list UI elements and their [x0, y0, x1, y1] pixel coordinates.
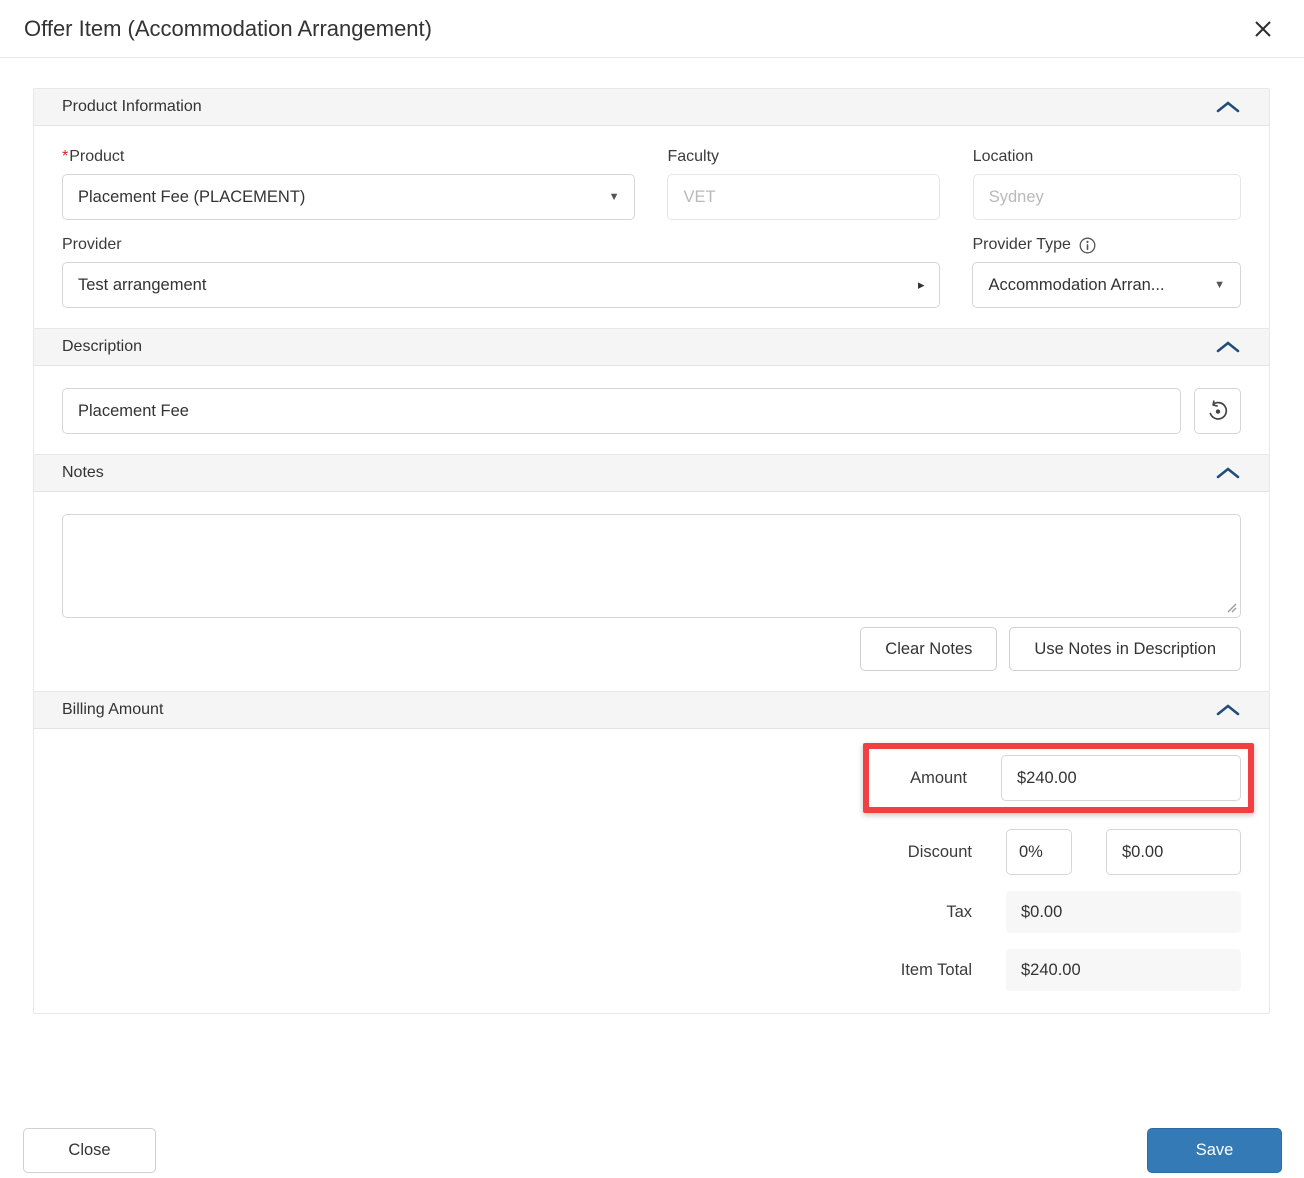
section-title: Notes: [62, 464, 104, 481]
section-description: Description: [33, 328, 1270, 455]
modal-body: Product Information *Product Placement F…: [33, 88, 1270, 1014]
section-title: Product Information: [62, 98, 202, 115]
chevron-down-icon: ▼: [608, 191, 620, 203]
close-icon[interactable]: [1248, 14, 1278, 44]
product-select-value: Placement Fee (PLACEMENT): [78, 187, 306, 206]
chevron-up-icon[interactable]: [1215, 100, 1241, 114]
chevron-down-icon: ▼: [1214, 279, 1225, 291]
faculty-field: [667, 174, 940, 220]
amount-input[interactable]: [1001, 755, 1241, 801]
modal-title: Offer Item (Accommodation Arrangement): [24, 15, 432, 41]
section-billing-amount: Billing Amount Amount Discount: [33, 691, 1270, 1014]
tax-label: Tax: [946, 902, 972, 921]
provider-type-select[interactable]: Accommodation Arran... ▼: [972, 262, 1241, 308]
amount-highlight-box: Amount: [863, 743, 1254, 813]
provider-select-value: Test arrangement: [78, 275, 207, 294]
item-total-label: Item Total: [900, 960, 972, 979]
product-label: *Product: [62, 148, 125, 165]
save-button[interactable]: Save: [1147, 1128, 1282, 1173]
provider-select[interactable]: Test arrangement ▸: [62, 262, 941, 308]
required-asterisk: *: [62, 148, 69, 165]
notes-textarea[interactable]: [62, 514, 1241, 618]
location-field: [972, 174, 1241, 220]
product-select[interactable]: Placement Fee (PLACEMENT) ▼: [62, 174, 636, 220]
section-notes: Notes Clear Notes Use Notes in Descripti…: [33, 454, 1270, 692]
faculty-label: Faculty: [667, 148, 720, 165]
notes-header[interactable]: Notes: [34, 455, 1269, 492]
item-total-value: $240.00: [1006, 949, 1241, 991]
chevron-right-icon: ▸: [917, 277, 925, 292]
amount-label: Amount: [910, 768, 967, 787]
use-notes-in-description-button[interactable]: Use Notes in Description: [1009, 627, 1241, 671]
modal-footer: Close Save: [0, 1128, 1304, 1173]
chevron-up-icon[interactable]: [1215, 703, 1241, 717]
discount-label: Discount: [907, 842, 972, 861]
provider-label: Provider: [62, 236, 122, 253]
clear-notes-button[interactable]: Clear Notes: [860, 627, 998, 671]
product-information-header[interactable]: Product Information: [34, 89, 1269, 126]
section-title: Billing Amount: [62, 701, 164, 718]
section-product-information: Product Information *Product Placement F…: [33, 88, 1270, 329]
provider-type-label: Provider Type: [972, 236, 1071, 253]
chevron-up-icon[interactable]: [1215, 340, 1241, 354]
provider-type-select-value: Accommodation Arran...: [988, 275, 1165, 294]
description-input[interactable]: [62, 388, 1182, 434]
location-label: Location: [972, 148, 1034, 165]
restore-icon: [1209, 400, 1227, 420]
billing-amount-header[interactable]: Billing Amount: [34, 692, 1269, 729]
close-button[interactable]: Close: [23, 1128, 156, 1173]
discount-percent-input[interactable]: [1006, 829, 1072, 875]
modal-header: Offer Item (Accommodation Arrangement): [0, 0, 1304, 58]
info-icon[interactable]: [1079, 237, 1096, 254]
tax-value: $0.00: [1006, 891, 1241, 933]
description-header[interactable]: Description: [34, 329, 1269, 366]
discount-amount-input[interactable]: [1106, 829, 1241, 875]
restore-description-button[interactable]: [1194, 388, 1241, 434]
resize-handle-icon[interactable]: [1225, 601, 1237, 613]
section-title: Description: [62, 338, 143, 355]
chevron-up-icon[interactable]: [1215, 466, 1241, 480]
